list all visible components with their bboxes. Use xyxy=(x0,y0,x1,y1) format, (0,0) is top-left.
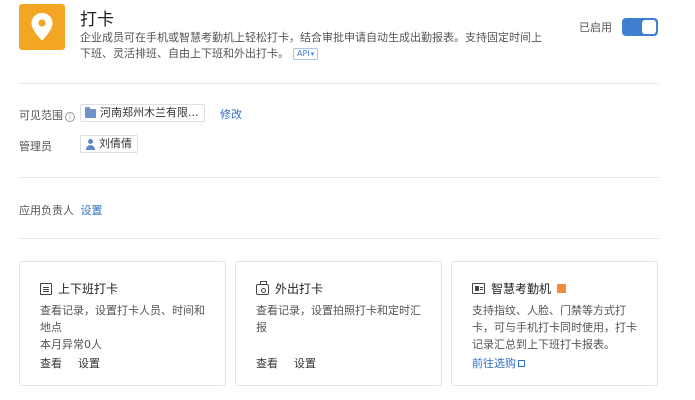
buy-link[interactable]: 前往选购 xyxy=(472,355,525,371)
card-title-text: 上下班打卡 xyxy=(58,282,119,296)
card-actions: 查看 设置 xyxy=(256,355,316,371)
owner-row: 应用负责人 设置 xyxy=(19,202,103,218)
buy-link-label: 前往选购 xyxy=(472,357,516,370)
admin-tag[interactable]: 刘倩倩 xyxy=(80,135,138,153)
abnormal-count: 本月异常0人 xyxy=(40,338,102,351)
card-outside-clock: 外出打卡 查看记录，设置拍照打卡和定时汇报 查看 设置 xyxy=(235,261,442,386)
card-desc-text: 查看记录，设置拍照打卡和定时汇报 xyxy=(256,304,421,334)
chevron-down-icon: ▾ xyxy=(310,50,315,58)
card-clock-in: 上下班打卡 查看记录，设置打卡人员、时间和地点 本月异常0人 查看 设置 xyxy=(19,261,226,386)
card-actions: 前往选购 xyxy=(472,355,525,371)
card-title: 智慧考勤机 xyxy=(472,280,567,297)
card-actions: 查看 设置 xyxy=(40,355,100,371)
external-link-icon xyxy=(518,360,525,367)
device-icon xyxy=(472,283,485,294)
edit-visible-range-link[interactable]: 修改 xyxy=(220,106,242,122)
new-badge-icon xyxy=(557,284,567,293)
card-title-text: 外出打卡 xyxy=(275,282,324,296)
admin-name: 刘倩倩 xyxy=(99,137,132,150)
card-title-text: 智慧考勤机 xyxy=(491,282,552,296)
app-icon xyxy=(19,4,65,50)
location-pin-icon xyxy=(31,13,53,41)
settings-button[interactable]: 设置 xyxy=(78,355,100,371)
app-description: 企业成员可在手机或智慧考勤机上轻松打卡，结合审批申请自动生成出勤报表。支持固定时… xyxy=(80,30,550,62)
card-desc-text: 支持指纹、人脸、门禁等方式打卡，可与手机打卡同时使用，打卡记录汇总到上下班打卡报… xyxy=(472,304,637,351)
visible-range-tag[interactable]: 河南郑州木兰有限... xyxy=(80,104,205,122)
list-icon xyxy=(40,282,52,295)
app-title: 打卡 xyxy=(80,10,114,30)
api-badge[interactable]: API▾ xyxy=(293,48,319,60)
folder-icon xyxy=(85,106,96,118)
card-title: 外出打卡 xyxy=(256,280,323,297)
card-description: 查看记录，设置打卡人员、时间和地点 本月异常0人 xyxy=(40,302,215,353)
visible-range-label: 可见范围 xyxy=(19,109,63,122)
card-description: 支持指纹、人脸、门禁等方式打卡，可与手机打卡同时使用，打卡记录汇总到上下班打卡报… xyxy=(472,302,647,353)
status-label: 已启用 xyxy=(579,21,612,34)
divider xyxy=(19,238,659,239)
view-button[interactable]: 查看 xyxy=(256,355,278,371)
api-badge-label: API xyxy=(297,49,310,58)
divider xyxy=(19,83,659,84)
card-desc-text: 查看记录，设置打卡人员、时间和地点 xyxy=(40,304,205,334)
card-attendance-machine: 智慧考勤机 支持指纹、人脸、门禁等方式打卡，可与手机打卡同时使用，打卡记录汇总到… xyxy=(451,261,658,386)
admin-label: 管理员 xyxy=(19,140,52,153)
settings-button[interactable]: 设置 xyxy=(294,355,316,371)
enable-toggle[interactable] xyxy=(622,18,658,36)
view-button[interactable]: 查看 xyxy=(40,355,62,371)
user-icon xyxy=(85,138,95,150)
briefcase-icon xyxy=(256,281,269,295)
visible-range-value: 河南郑州木兰有限... xyxy=(100,106,199,119)
divider xyxy=(19,177,659,178)
owner-set-link[interactable]: 设置 xyxy=(81,204,103,217)
toggle-knob xyxy=(642,20,656,34)
visible-range-row: 可见范围 i xyxy=(19,107,75,123)
info-icon[interactable]: i xyxy=(65,112,75,122)
owner-label: 应用负责人 xyxy=(19,204,74,217)
card-description: 查看记录，设置拍照打卡和定时汇报 xyxy=(256,302,431,336)
card-title: 上下班打卡 xyxy=(40,280,118,297)
